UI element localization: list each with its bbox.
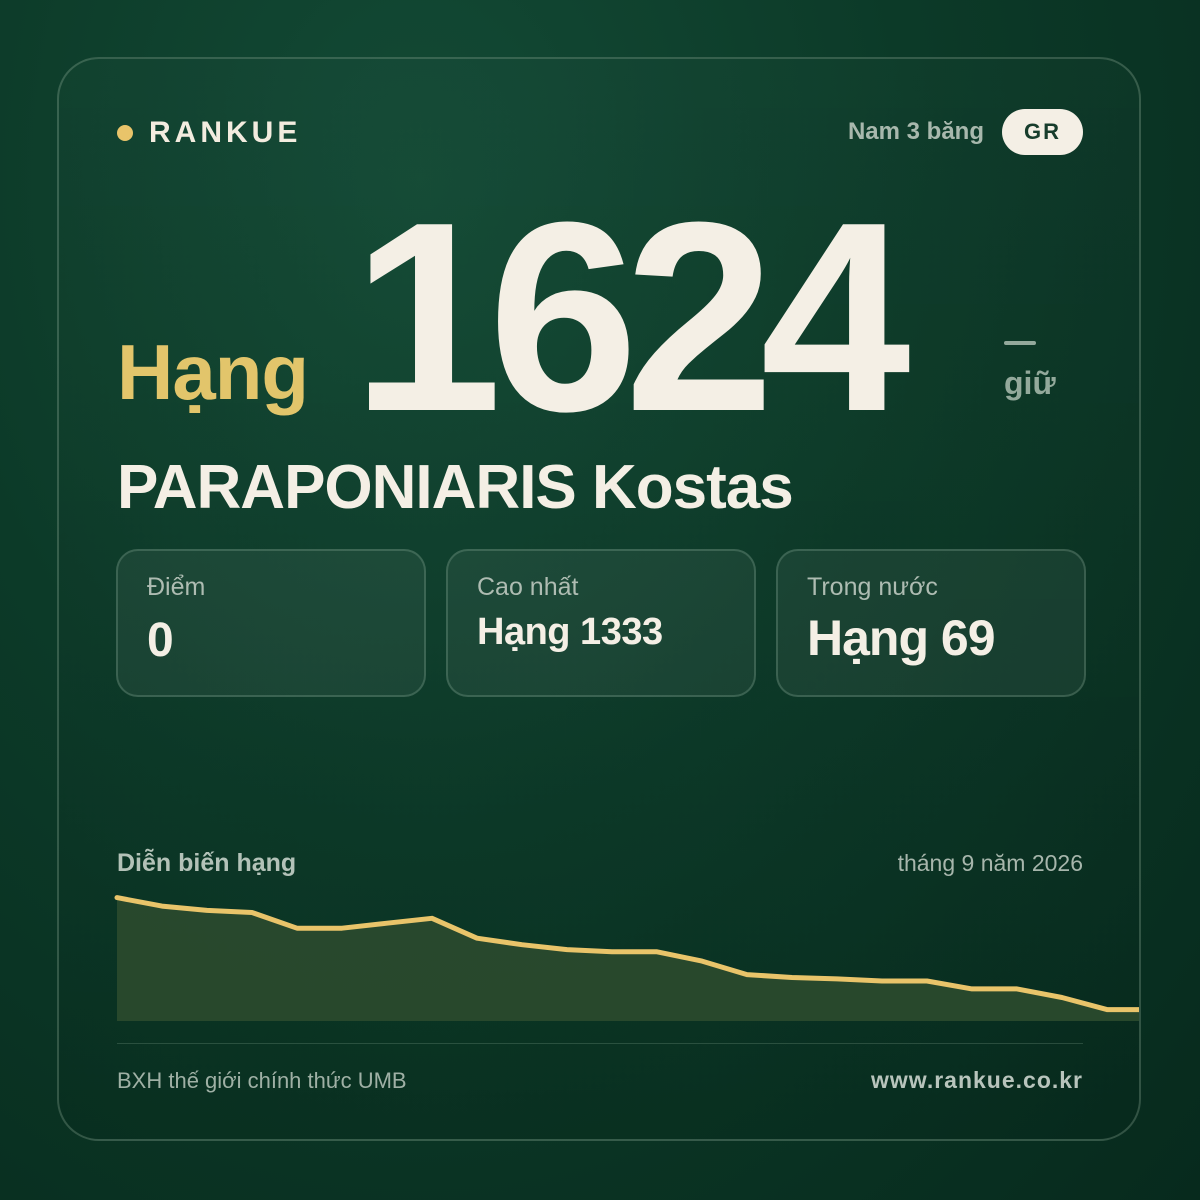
chart-area-fill xyxy=(117,897,1139,1021)
stat-value: Hạng 69 xyxy=(807,610,996,666)
rank-label: Hạng xyxy=(117,328,309,416)
stat-value: Hạng 1333 xyxy=(477,611,663,653)
stat-label: Điểm xyxy=(147,573,206,601)
trend-text: giữ xyxy=(1004,365,1056,401)
stat-card-points: Điểm 0 xyxy=(116,549,426,697)
player-name: PARAPONIARIS Kostas xyxy=(117,453,794,522)
division-label: Nam 3 băng xyxy=(847,118,984,145)
trend-dash-icon xyxy=(1004,341,1036,345)
chart-date: tháng 9 năm 2026 xyxy=(897,850,1083,876)
header-meta: Nam 3 băng GR xyxy=(848,109,1083,155)
stat-label: Trong nước xyxy=(807,573,938,601)
stat-card-best-rank: Cao nhất Hạng 1333 xyxy=(446,549,756,697)
stat-label: Cao nhất xyxy=(477,573,579,601)
rank-number: 1624 xyxy=(352,167,911,468)
brand-dot-icon xyxy=(117,125,133,141)
brand: RANKUE xyxy=(117,115,301,151)
footer-website: www.rankue.co.kr xyxy=(871,1067,1083,1093)
brand-name: RANKUE xyxy=(149,116,302,149)
country-badge: GR xyxy=(1002,109,1083,155)
footer-source: BXH thế giới chính thức UMB xyxy=(117,1068,407,1093)
stat-value: 0 xyxy=(147,614,174,667)
footer-divider xyxy=(117,1043,1083,1044)
chart-series-line xyxy=(114,895,1139,1013)
chart-title: Diễn biến hạng xyxy=(117,849,297,877)
stat-card-national-rank: Trong nước Hạng 69 xyxy=(776,549,1086,697)
rank-card: RANKUE Nam 3 băng GR Hạng 1624 giữ PARAP… xyxy=(57,57,1141,1141)
